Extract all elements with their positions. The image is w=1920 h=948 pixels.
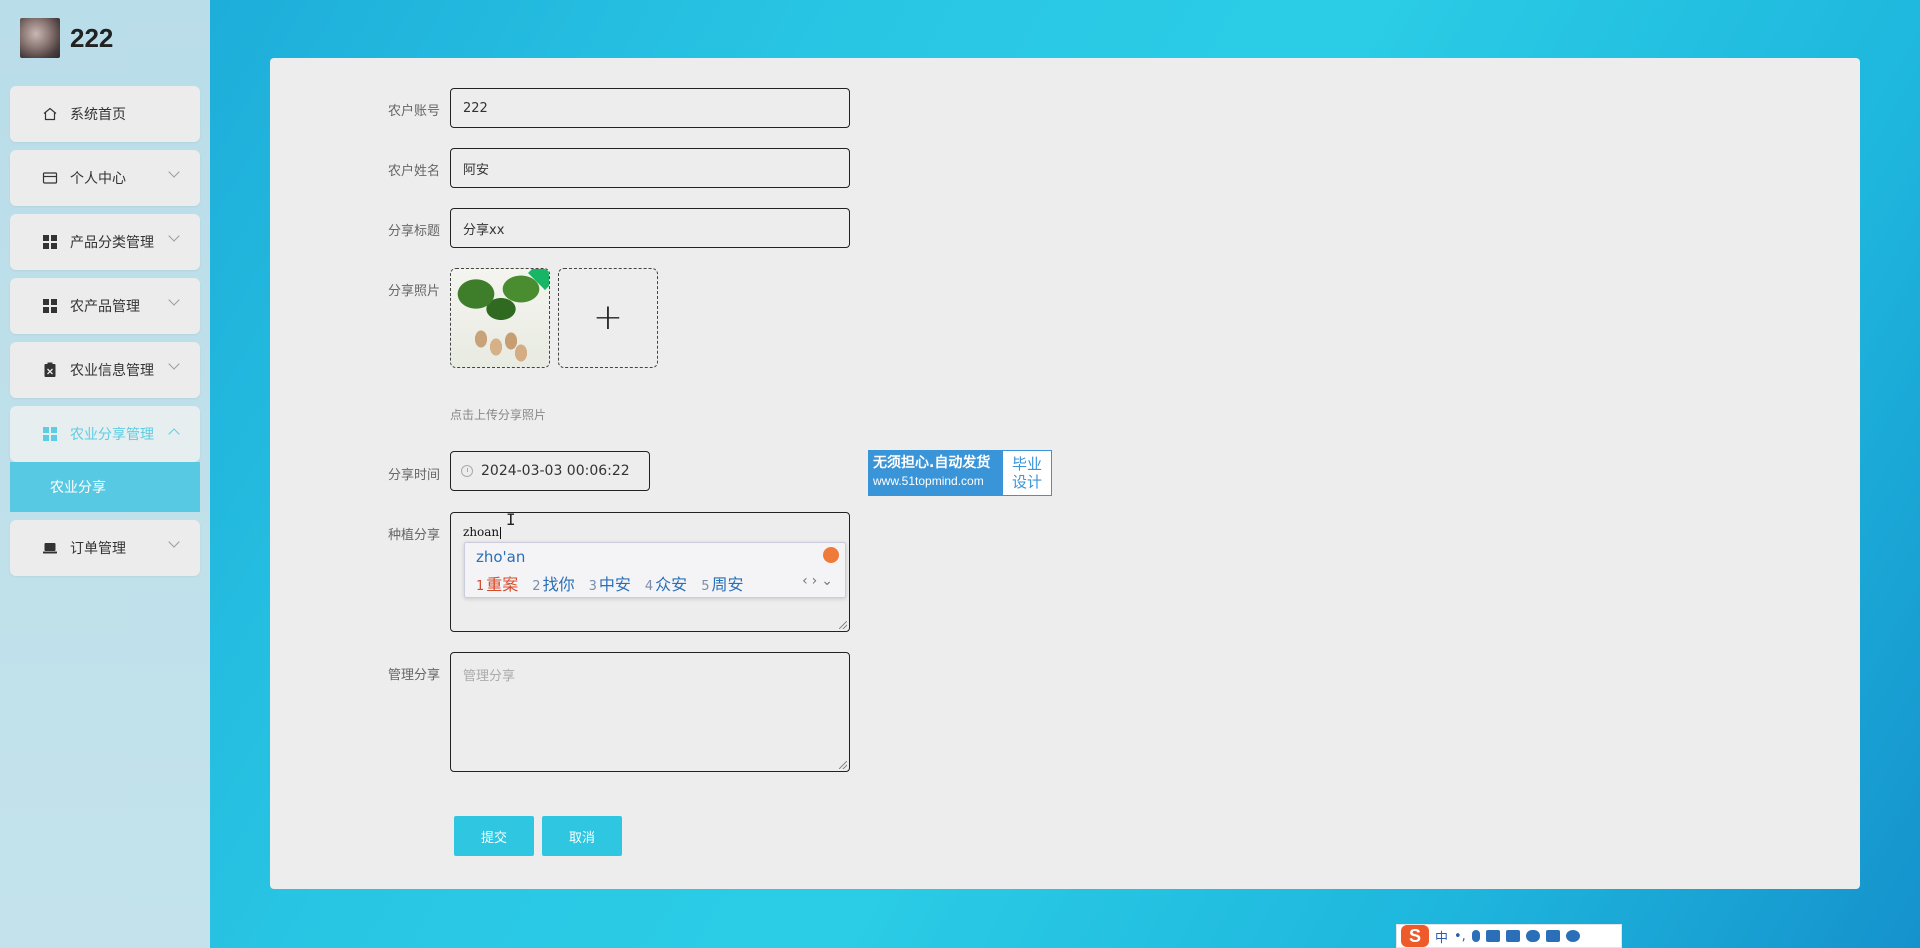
ime-page-nav-icon[interactable]: ‹›⌄ (802, 573, 837, 589)
sidebar-item-orders[interactable]: 订单管理 (10, 520, 200, 576)
sidebar-item-agri-info[interactable]: 农业信息管理 (10, 342, 200, 398)
resize-grip[interactable] (839, 621, 847, 629)
watermark: 无须担心.自动发货 www.51topmind.com 毕业 设计 (868, 450, 1052, 496)
sidebar-item-farm-products[interactable]: 农产品管理 (10, 278, 200, 334)
sidebar-item-product-category[interactable]: 产品分类管理 (10, 214, 200, 270)
ime-pinyin-input: zho'an (476, 548, 526, 566)
upload-add-button[interactable]: + (558, 268, 658, 368)
plus-icon: + (592, 297, 624, 338)
grid-icon (42, 426, 58, 442)
peanut-plant-image (451, 269, 549, 367)
chevron-down-icon (168, 166, 180, 178)
account-input[interactable]: 222 (450, 88, 850, 128)
toolbox-icon[interactable] (1525, 930, 1540, 942)
grid-icon (42, 298, 58, 314)
submenu-item-agri-share[interactable]: 农业分享 (10, 462, 200, 512)
home-icon (42, 106, 58, 122)
ime-candidate[interactable]: 4 众安 (645, 571, 687, 595)
time-picker-input[interactable]: 2024-03-03 00:06:22 (450, 451, 650, 491)
sidebar-item-agri-share[interactable]: 农业分享管理 (10, 406, 200, 462)
sidebar-item-label: 农业分享管理 (70, 427, 154, 443)
watermark-line2: www.51topmind.com (873, 474, 984, 488)
keyboard-icon[interactable] (1485, 930, 1500, 942)
time-label: 分享时间 (387, 468, 440, 483)
sidebar-item-label: 订单管理 (70, 541, 126, 557)
photo-label: 分享照片 (387, 284, 440, 299)
sogou-logo-icon[interactable]: S (1401, 925, 1429, 947)
microphone-icon[interactable] (1471, 930, 1480, 942)
ime-candidates: 1 重案 2 找你 3 中安 4 众安 5 周安 (476, 571, 743, 595)
avatar[interactable] (20, 18, 60, 58)
uploaded-photo[interactable] (450, 268, 550, 368)
title-input[interactable]: 分享xx (450, 208, 850, 248)
sidebar-item-personal-center[interactable]: 个人中心 (10, 150, 200, 206)
sidebar-item-label: 农产品管理 (70, 299, 140, 315)
photo-upload-hint: 点击上传分享照片 (450, 408, 547, 422)
name-label: 农户姓名 (387, 164, 440, 179)
grid-icon (42, 234, 58, 250)
sidebar-item-label: 农业信息管理 (70, 363, 154, 379)
shirt-icon[interactable] (1505, 930, 1520, 942)
planting-label: 种植分享 (387, 528, 440, 543)
planting-typed-text: zhoan (463, 525, 500, 539)
ime-candidate[interactable]: 5 周安 (701, 571, 743, 595)
ime-candidate[interactable]: 1 重案 (476, 571, 518, 595)
chevron-down-icon (168, 536, 180, 548)
watermark-right2: 设计 (1011, 473, 1042, 491)
chevron-down-icon (168, 358, 180, 370)
chevron-down-icon (168, 230, 180, 242)
manage-textarea[interactable]: 管理分享 (450, 652, 850, 772)
laptop-icon (42, 540, 58, 556)
ime-punct-toggle[interactable]: •, (1454, 929, 1466, 944)
username: 222 (70, 22, 114, 53)
resize-grip[interactable] (839, 761, 847, 769)
time-value: 2024-03-03 00:06:22 (481, 463, 630, 479)
sidebar-item-label: 产品分类管理 (70, 235, 154, 251)
user-header: 222 (20, 18, 113, 58)
clipboard-icon (42, 362, 58, 378)
name-input[interactable]: 阿安 (450, 148, 850, 188)
cancel-button[interactable]: 取消 (542, 816, 622, 856)
sidebar: 222 系统首页 个人中心 产品分类管理 农产品管理 农业信息管理 农业分享管理 (0, 0, 210, 948)
chevron-up-icon (168, 428, 180, 440)
ime-candidate[interactable]: 3 中安 (589, 571, 631, 595)
submit-button[interactable]: 提交 (454, 816, 534, 856)
watermark-line1: 无须担心.自动发货 (873, 455, 991, 471)
text-cursor-icon: I (506, 510, 516, 529)
ime-candidate-window: zho'an 1 重案 2 找你 3 中安 4 众安 5 周安 ‹›⌄ (464, 542, 846, 598)
clock-icon (461, 465, 473, 477)
sidebar-item-label: 个人中心 (70, 171, 126, 187)
sidebar-item-home[interactable]: 系统首页 (10, 86, 200, 142)
card-icon (42, 170, 58, 186)
chevron-down-icon (168, 294, 180, 306)
ime-logo-icon (823, 547, 839, 563)
sidebar-item-label: 系统首页 (70, 107, 126, 123)
watermark-right1: 毕业 (1011, 455, 1042, 473)
manage-placeholder: 管理分享 (463, 669, 516, 684)
ime-toolbar: S 中 •, (1396, 924, 1622, 948)
ime-candidate[interactable]: 2 找你 (532, 571, 574, 595)
apps-grid-icon[interactable] (1545, 930, 1560, 942)
account-label: 农户账号 (387, 104, 440, 119)
manage-label: 管理分享 (387, 668, 440, 683)
settings-gear-icon[interactable] (1565, 930, 1580, 942)
ime-mode-toggle[interactable]: 中 (1435, 927, 1448, 946)
form-panel: 农户账号 222 农户姓名 阿安 分享标题 分享xx 分享照片 + 点击上传分享… (270, 58, 1860, 889)
title-label: 分享标题 (387, 224, 440, 239)
